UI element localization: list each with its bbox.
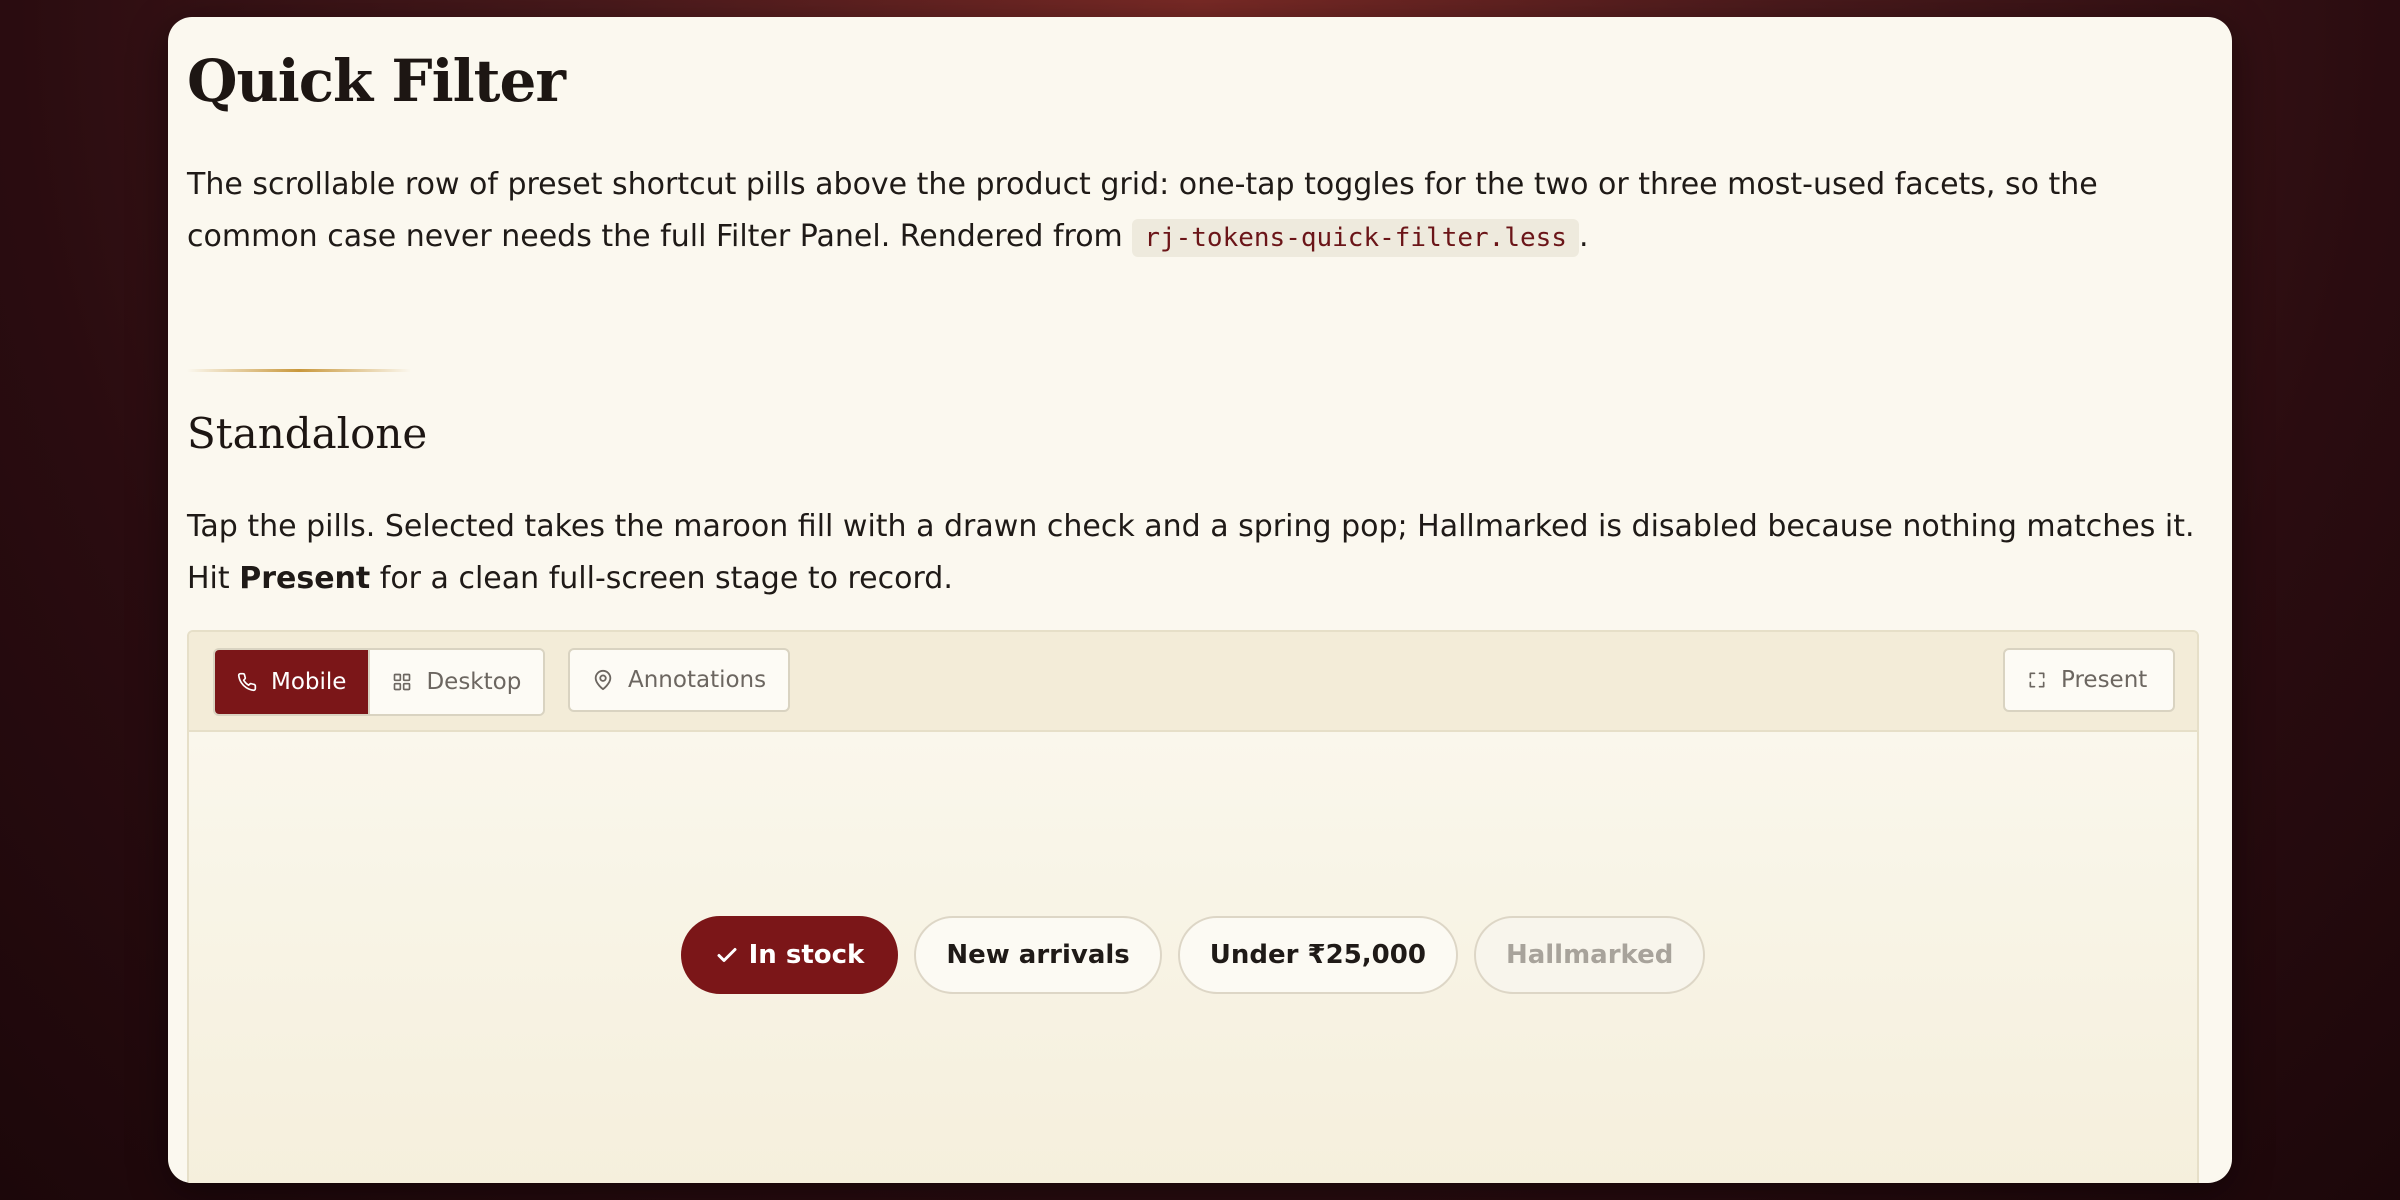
pill-label: In stock — [748, 940, 865, 970]
grid-icon — [392, 672, 412, 692]
pill-under-25000[interactable]: Under ₹25,000 — [1177, 916, 1458, 994]
pill-in-stock[interactable]: In stock — [680, 916, 899, 994]
pill-hallmarked: Hallmarked — [1473, 916, 1706, 994]
quick-filter-pills: In stock New arrivals Under ₹25,000 Hall… — [189, 916, 2197, 994]
map-pin-icon — [592, 669, 614, 691]
present-button[interactable]: Present — [2003, 648, 2175, 712]
desc-end: for a clean full-screen stage to record. — [370, 561, 953, 596]
phone-icon — [237, 672, 257, 692]
page-card: Quick Filter The scrollable row of prese… — [168, 17, 2232, 1183]
view-toggle: Mobile Desktop — [213, 648, 546, 716]
demo-stage: In stock New arrivals Under ₹25,000 Hall… — [189, 732, 2197, 1183]
desc-bold: Present — [239, 561, 371, 596]
check-icon — [715, 943, 739, 967]
desktop-view-button[interactable]: Desktop — [368, 650, 544, 714]
pill-label: New arrivals — [946, 940, 1130, 970]
pill-new-arrivals[interactable]: New arrivals — [914, 916, 1162, 994]
section-title: Standalone — [187, 409, 428, 458]
annotations-label: Annotations — [628, 667, 767, 693]
intro-paragraph: The scrollable row of preset shortcut pi… — [187, 159, 2197, 264]
expand-icon — [2027, 670, 2047, 690]
gold-divider — [187, 369, 411, 372]
demo-frame: Mobile Desktop Annotations Present In st… — [187, 630, 2199, 1183]
present-label: Present — [2061, 667, 2148, 693]
annotations-button[interactable]: Annotations — [568, 648, 790, 712]
desktop-view-label: Desktop — [426, 669, 522, 695]
mobile-view-label: Mobile — [271, 669, 347, 695]
pill-label: Hallmarked — [1505, 940, 1674, 970]
demo-toolbar: Mobile Desktop Annotations Present — [189, 632, 2197, 732]
pill-label: Under ₹25,000 — [1209, 940, 1426, 970]
page-title: Quick Filter — [187, 47, 566, 115]
mobile-view-button[interactable]: Mobile — [215, 650, 369, 714]
section-description: Tap the pills. Selected takes the maroon… — [187, 501, 2197, 605]
intro-end: . — [1578, 219, 1589, 254]
intro-code: rj-tokens-quick-filter.less — [1132, 219, 1579, 257]
